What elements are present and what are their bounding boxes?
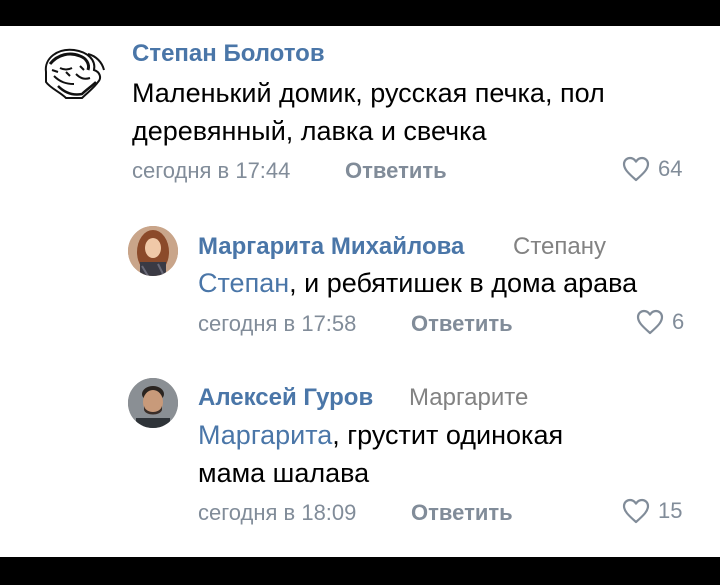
mention-link[interactable]: Маргарита bbox=[198, 420, 332, 450]
reply-to-label[interactable]: Маргарите bbox=[409, 384, 528, 412]
reply-to-label[interactable]: Степану bbox=[513, 233, 606, 261]
comment-author[interactable]: Алексей Гуров bbox=[198, 384, 373, 412]
like-count: 64 bbox=[658, 156, 683, 181]
avatar-sketch[interactable] bbox=[36, 42, 108, 102]
top-black-bar bbox=[0, 0, 720, 26]
comment-time: сегодня в 17:58 bbox=[198, 311, 357, 336]
reply-button[interactable]: Ответить bbox=[345, 158, 447, 184]
heart-outline-icon bbox=[636, 309, 664, 335]
like-count: 6 bbox=[672, 309, 685, 334]
reply-button[interactable]: Ответить bbox=[411, 311, 513, 337]
like-button[interactable]: 15 bbox=[622, 498, 682, 524]
comment-text-line: , и ребятишек в дома арава bbox=[289, 268, 638, 298]
heart-outline-icon bbox=[622, 498, 650, 524]
comment-text-line: мама шалава bbox=[198, 458, 370, 488]
comment-text: Степан, и ребятишек в дома арава bbox=[198, 268, 637, 299]
mention-link[interactable]: Степан bbox=[198, 268, 289, 298]
man-photo-icon bbox=[128, 378, 178, 428]
comment-author[interactable]: Степан Болотов bbox=[132, 40, 325, 68]
sketch-portrait-icon bbox=[44, 48, 105, 99]
heart-outline-icon bbox=[622, 156, 650, 182]
comment-time: сегодня в 17:44 bbox=[132, 158, 291, 183]
comment-time: сегодня в 18:09 bbox=[198, 500, 357, 525]
woman-photo-icon bbox=[128, 226, 178, 276]
avatar-photo[interactable] bbox=[128, 378, 178, 428]
comments-thread: Степан Болотов Маленький домик, русская … bbox=[0, 26, 720, 557]
like-button[interactable]: 6 bbox=[636, 309, 684, 335]
like-button[interactable]: 64 bbox=[622, 156, 682, 182]
bottom-black-bar bbox=[0, 557, 720, 585]
comment-text-line: , грустит одинокая bbox=[332, 420, 564, 450]
like-count: 15 bbox=[658, 498, 683, 523]
comment-text: Маргарита, грустит одинокая bbox=[198, 420, 563, 451]
comment-text-line: деревянный, лавка и свечка bbox=[132, 116, 487, 146]
reply-button[interactable]: Ответить bbox=[411, 500, 513, 526]
avatar-photo[interactable] bbox=[128, 226, 178, 276]
comment-author[interactable]: Маргарита Михайлова bbox=[198, 233, 464, 261]
comment-text-line: Маленький домик, русская печка, пол bbox=[132, 78, 605, 108]
